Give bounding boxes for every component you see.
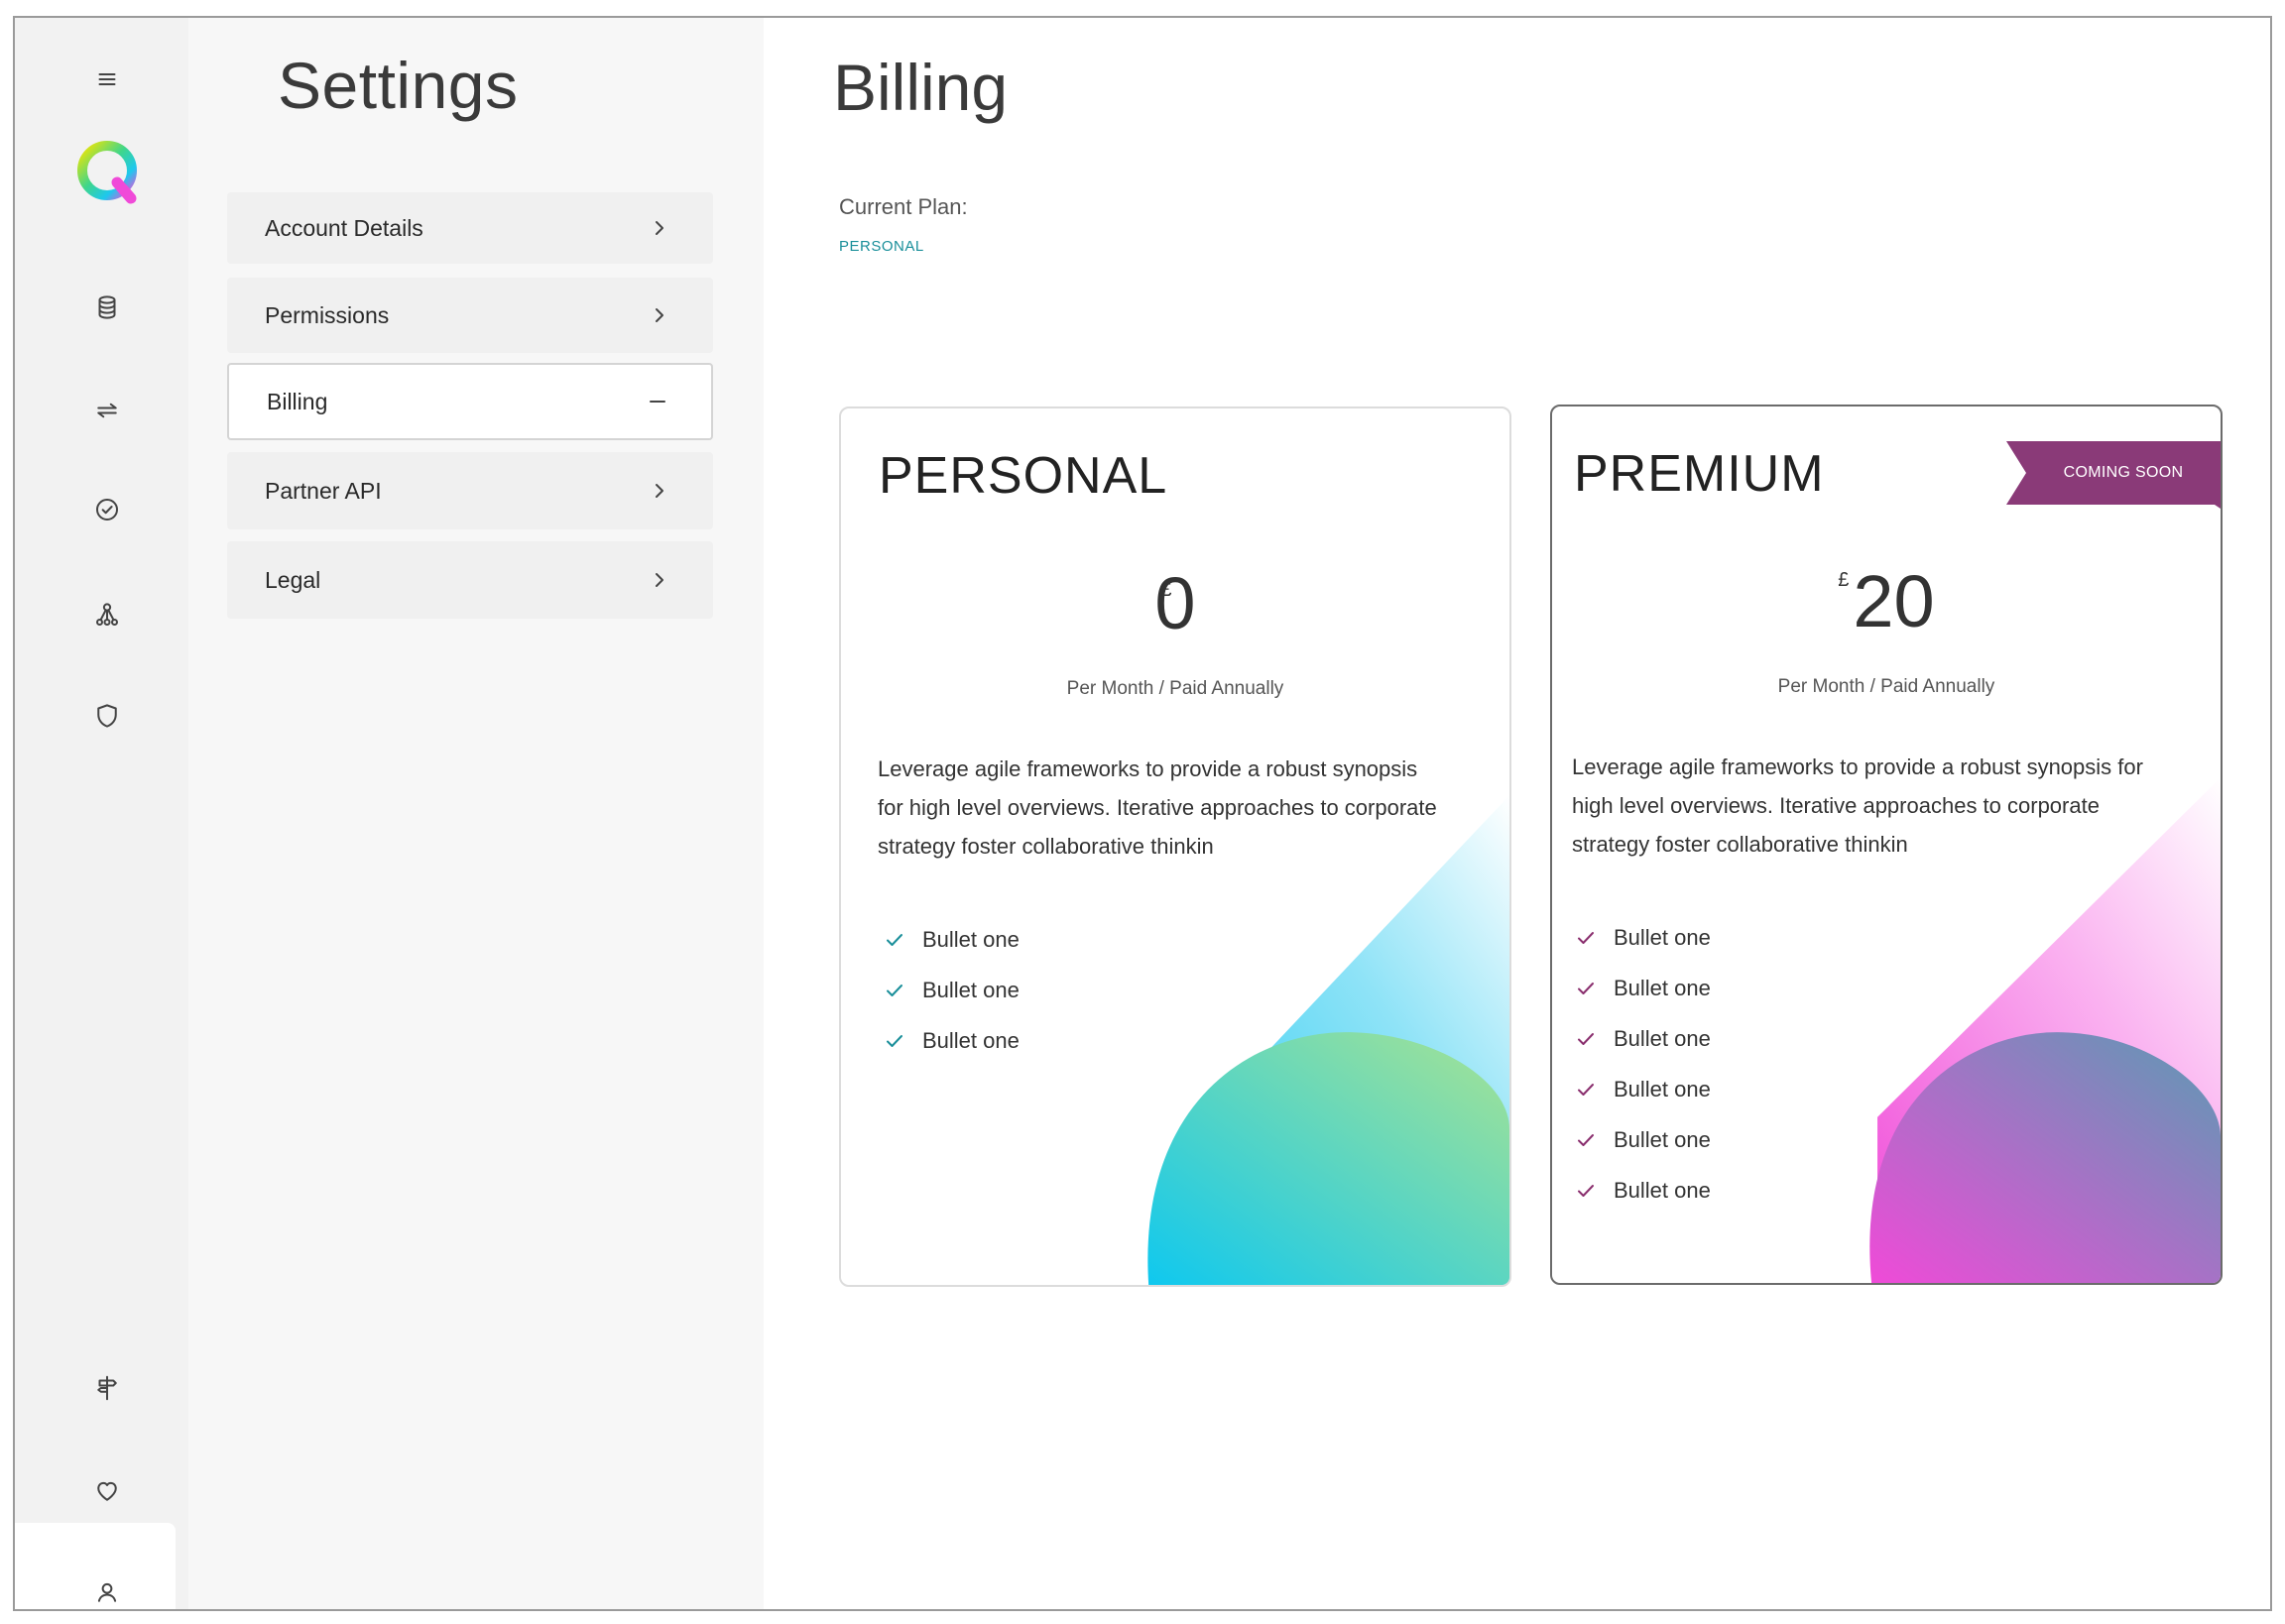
billing-period: Per Month / Paid Annually bbox=[1066, 678, 1284, 699]
feature-list: Bullet one Bullet one Bullet one Bullet … bbox=[1576, 912, 1711, 1216]
database-icon[interactable] bbox=[71, 272, 143, 343]
plan-description: Leverage agile frameworks to provide a r… bbox=[878, 756, 1437, 859]
settings-item-partner-api[interactable]: Partner API bbox=[227, 452, 713, 529]
settings-item-label: Permissions bbox=[265, 301, 390, 328]
chevron-right-icon bbox=[656, 484, 663, 498]
check-circle-icon[interactable] bbox=[71, 474, 143, 545]
settings-panel: Settings Account Details Permissions Bil… bbox=[188, 18, 764, 1609]
swap-arrows-icon[interactable] bbox=[71, 375, 143, 446]
price-amount: 0 bbox=[1154, 562, 1196, 644]
check-icon bbox=[1578, 1133, 1594, 1146]
settings-title: Settings bbox=[278, 49, 519, 122]
feature-item: Bullet one bbox=[885, 914, 1020, 965]
feature-item: Bullet one bbox=[1576, 963, 1711, 1013]
minus-icon bbox=[650, 401, 665, 403]
settings-item-label: Account Details bbox=[265, 214, 423, 241]
feature-item: Bullet one bbox=[1576, 1165, 1711, 1216]
feature-list: Bullet one Bullet one Bullet one bbox=[885, 914, 1020, 1066]
check-icon bbox=[1578, 982, 1594, 994]
check-icon bbox=[1578, 931, 1594, 944]
network-icon[interactable] bbox=[71, 579, 143, 650]
app-window: Settings Account Details Permissions Bil… bbox=[13, 16, 2272, 1611]
feature-item: Bullet one bbox=[885, 1015, 1020, 1066]
plan-card-premium[interactable]: PREMIUM COMING SOON £20 Per Month / Paid… bbox=[1550, 405, 2223, 1285]
settings-item-label: Partner API bbox=[265, 477, 382, 504]
menu-icon[interactable] bbox=[71, 44, 143, 115]
check-icon bbox=[1578, 1184, 1594, 1197]
app-logo[interactable] bbox=[60, 125, 155, 220]
signpost-icon[interactable] bbox=[71, 1352, 143, 1424]
page-title: Billing bbox=[833, 51, 1009, 124]
billing-period: Per Month / Paid Annually bbox=[1777, 676, 1995, 697]
chevron-right-icon bbox=[656, 221, 663, 235]
user-icon[interactable] bbox=[71, 1557, 143, 1609]
feature-item: Bullet one bbox=[1576, 1013, 1711, 1064]
settings-item-account-details[interactable]: Account Details bbox=[227, 192, 713, 264]
feature-item: Bullet one bbox=[885, 965, 1020, 1015]
plan-card-personal[interactable]: PERSONAL £0 Per Month / Paid Annually Le… bbox=[839, 406, 1511, 1287]
feature-item: Bullet one bbox=[1576, 1064, 1711, 1114]
settings-item-billing[interactable]: Billing bbox=[227, 363, 713, 440]
plan-price: £0 bbox=[841, 561, 1509, 645]
feature-item: Bullet one bbox=[1576, 1114, 1711, 1165]
check-icon bbox=[887, 984, 902, 996]
billing-page: Billing Current Plan: PERSONAL PERSONAL … bbox=[764, 18, 2270, 1609]
settings-item-legal[interactable]: Legal bbox=[227, 541, 713, 619]
heart-icon[interactable] bbox=[71, 1455, 143, 1527]
plan-name: PERSONAL bbox=[879, 447, 1168, 505]
plan-price: £20 bbox=[1552, 559, 2221, 643]
settings-item-permissions[interactable]: Permissions bbox=[227, 278, 713, 353]
coming-soon-badge: COMING SOON bbox=[2063, 464, 2184, 481]
settings-item-label: Billing bbox=[267, 388, 328, 414]
check-icon bbox=[887, 1034, 902, 1047]
chevron-right-icon bbox=[656, 573, 663, 587]
icon-rail bbox=[15, 18, 188, 1609]
price-amount: 20 bbox=[1853, 560, 1935, 642]
currency-symbol: £ bbox=[1838, 569, 1850, 591]
shield-icon[interactable] bbox=[71, 680, 143, 752]
chevron-right-icon bbox=[656, 308, 663, 322]
check-icon bbox=[887, 933, 902, 946]
settings-item-label: Legal bbox=[265, 566, 321, 593]
currency-symbol: £ bbox=[1160, 579, 1172, 601]
plan-name: PREMIUM bbox=[1574, 445, 1825, 503]
current-plan-label: Current Plan: bbox=[839, 194, 968, 219]
current-plan-value: PERSONAL bbox=[839, 238, 924, 255]
check-icon bbox=[1578, 1032, 1594, 1045]
check-icon bbox=[1578, 1083, 1594, 1096]
feature-item: Bullet one bbox=[1576, 912, 1711, 963]
plan-description: Leverage agile frameworks to provide a r… bbox=[1572, 754, 2143, 857]
